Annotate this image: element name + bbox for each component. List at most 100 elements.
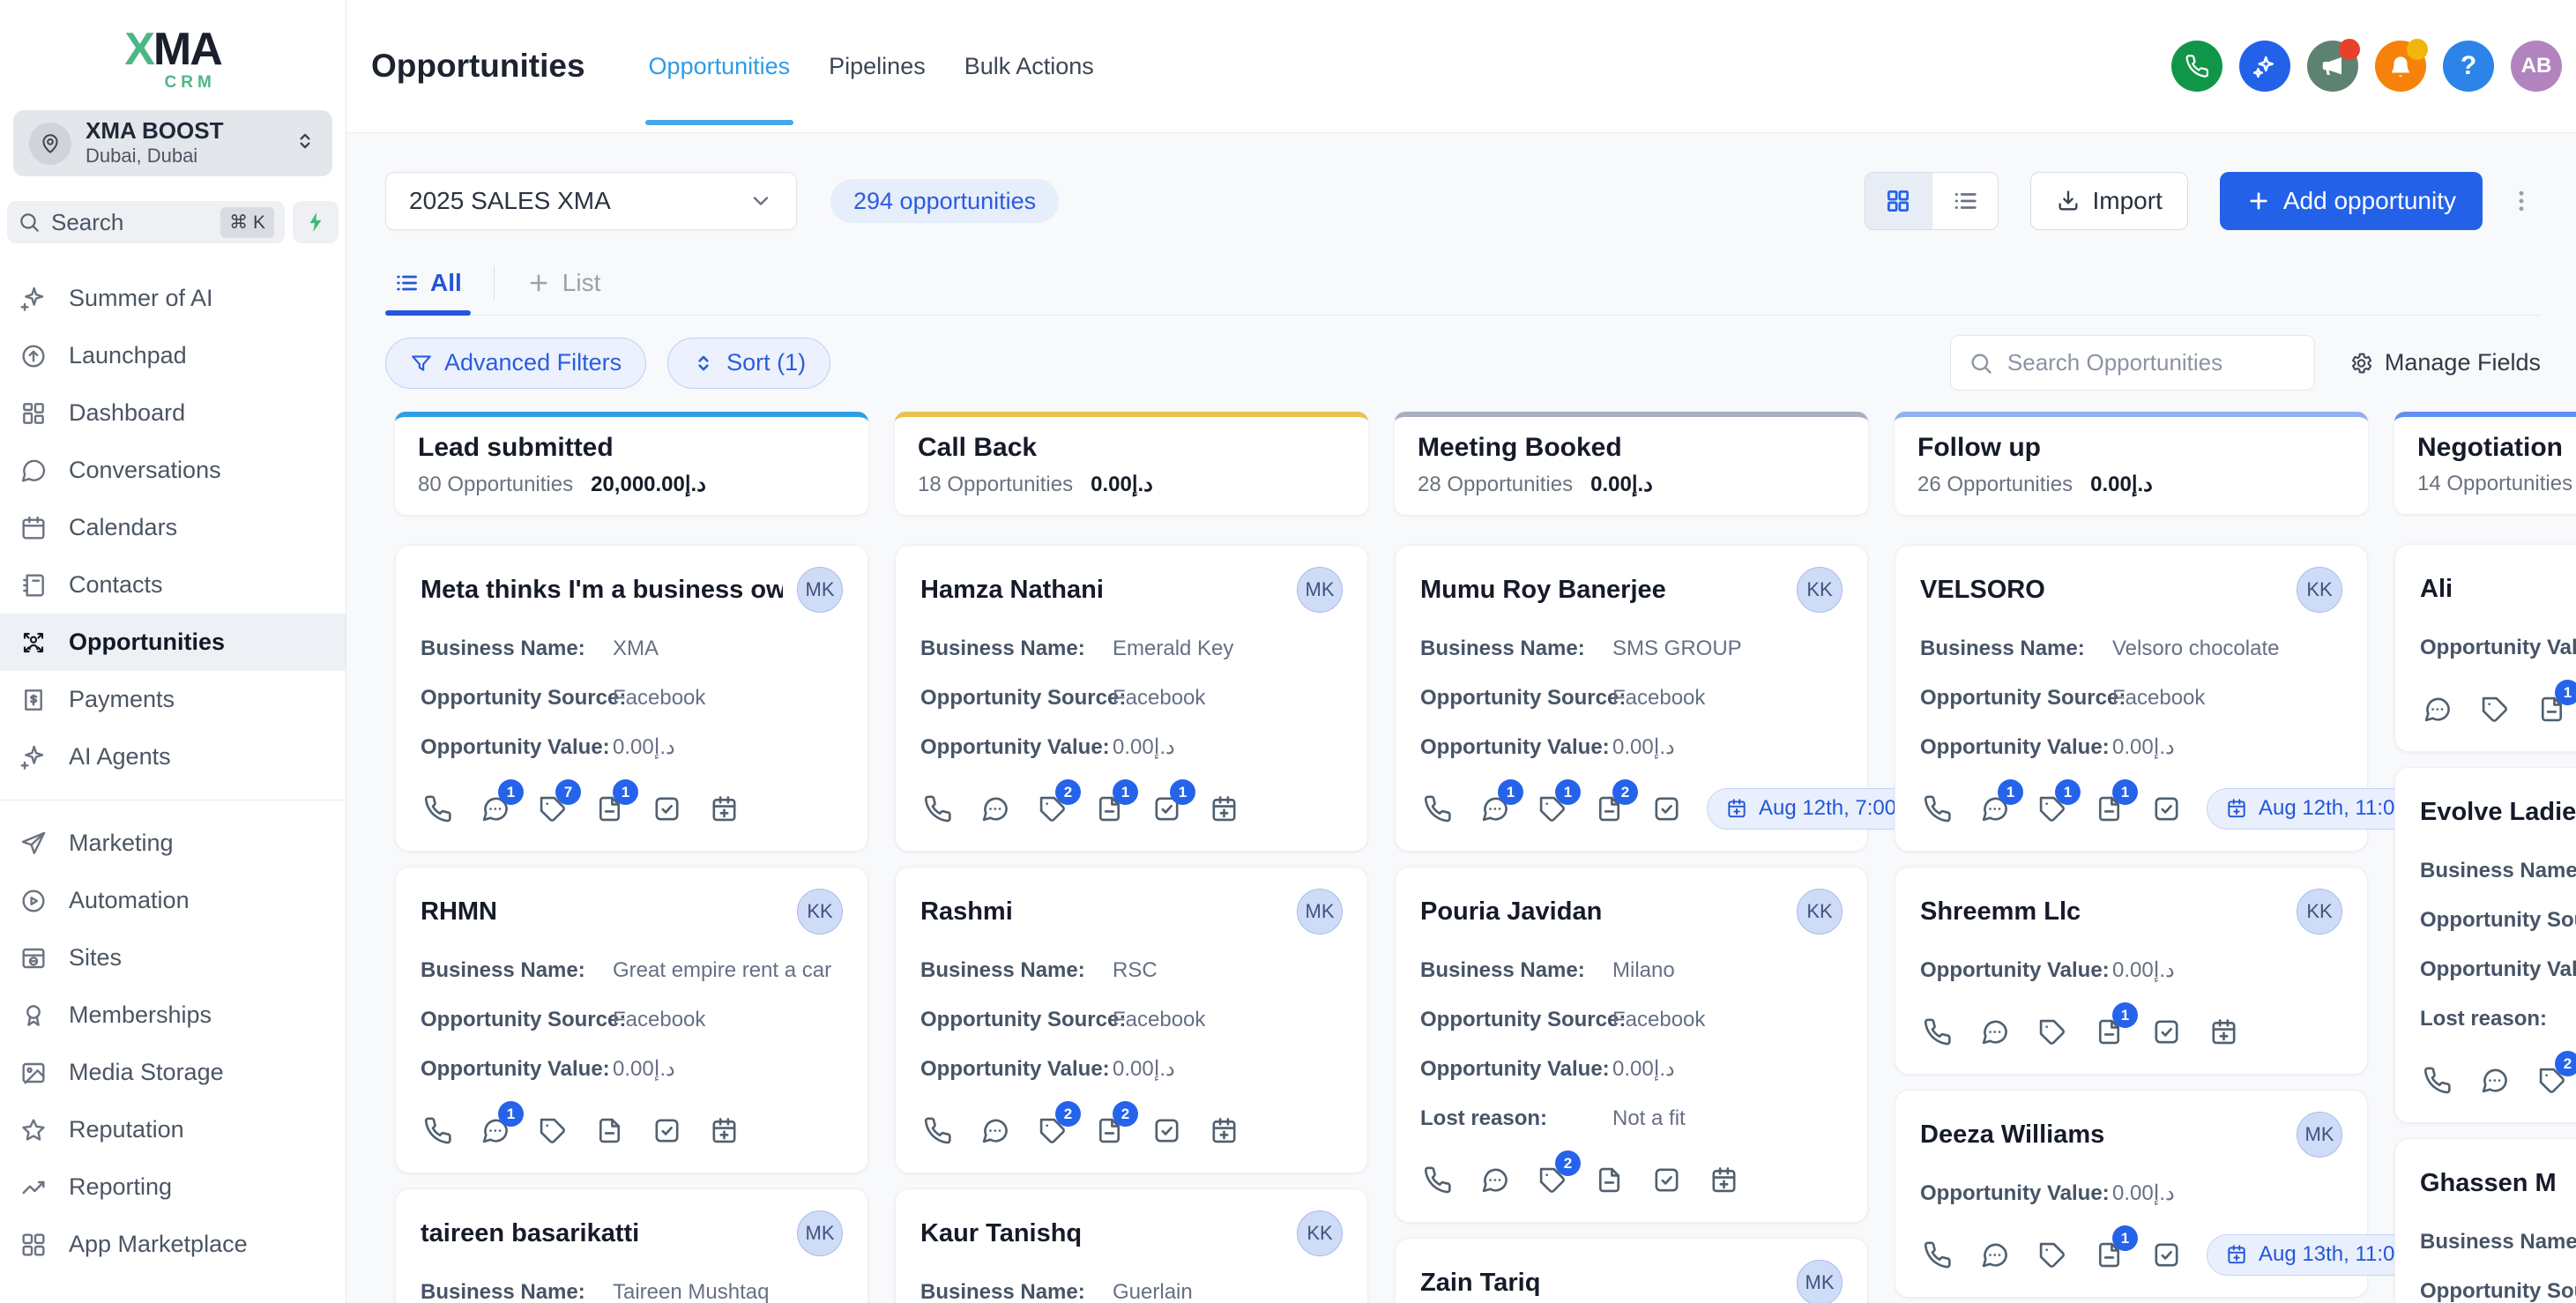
advanced-filters-button[interactable]: Advanced Filters <box>385 338 646 389</box>
tag-action[interactable] <box>2477 692 2511 726</box>
opportunity-card-ali[interactable]: AliOpportunity Value:1 <box>2394 544 2576 752</box>
tag-action[interactable]: 1 <box>2035 792 2068 825</box>
calendar-plus-action[interactable] <box>707 1113 741 1147</box>
tab-all[interactable]: All <box>385 257 471 315</box>
task-action[interactable] <box>1649 1163 1683 1196</box>
notifications-button[interactable] <box>2375 41 2426 92</box>
note-action[interactable]: 1 <box>2092 1015 2126 1048</box>
phone-action[interactable] <box>920 792 954 825</box>
tag-action[interactable]: 2 <box>2535 1063 2568 1097</box>
sidebar-item-reputation[interactable]: Reputation <box>0 1101 346 1158</box>
opportunity-card-kaur-tanishq[interactable]: Kaur TanishqKKBusiness Name:GuerlainOppo… <box>895 1188 1368 1303</box>
tag-action[interactable]: 7 <box>535 792 569 825</box>
calendar-plus-action[interactable] <box>1207 1113 1240 1147</box>
opportunity-card-zain-tariq[interactable]: Zain TariqMKBusiness Name:TCCOpportunity… <box>1395 1238 1868 1303</box>
chat-action[interactable] <box>978 1113 1011 1147</box>
sidebar-item-calendars[interactable]: Calendars <box>0 499 346 556</box>
chat-action[interactable] <box>1478 1163 1511 1196</box>
help-button[interactable]: ? <box>2443 41 2494 92</box>
more-options-button[interactable] <box>2502 172 2541 230</box>
opportunity-card-mumu-roy-banerjee[interactable]: Mumu Roy BanerjeeKKBusiness Name:SMS GRO… <box>1395 545 1868 852</box>
chat-action[interactable]: 1 <box>1478 792 1511 825</box>
search-opportunities[interactable] <box>1950 335 2315 391</box>
task-action[interactable]: 1 <box>1150 792 1183 825</box>
chat-action[interactable]: 1 <box>478 1113 511 1147</box>
sidebar-item-payments[interactable]: Payments <box>0 671 346 728</box>
sidebar-item-conversations[interactable]: Conversations <box>0 442 346 499</box>
opportunity-card-rashmi[interactable]: RashmiMKBusiness Name:RSCOpportunity Sou… <box>895 867 1368 1173</box>
opportunity-card-shreemm-llc[interactable]: Shreemm LlcKKOpportunity Value:0.00د.إ1 <box>1895 867 2368 1075</box>
calendar-plus-action[interactable] <box>1207 792 1240 825</box>
note-action[interactable]: 2 <box>1092 1113 1126 1147</box>
opportunity-card-rhmn[interactable]: RHMNKKBusiness Name:Great empire rent a … <box>395 867 868 1173</box>
note-action[interactable]: 1 <box>2535 692 2568 726</box>
note-action[interactable]: 1 <box>2092 792 2126 825</box>
phone-action[interactable] <box>2420 1063 2453 1097</box>
chat-action[interactable] <box>2420 692 2453 726</box>
note-action[interactable]: 1 <box>592 792 626 825</box>
tag-action[interactable]: 1 <box>1535 792 1568 825</box>
search-opportunities-input[interactable] <box>2007 349 2297 376</box>
search-input[interactable] <box>51 209 220 236</box>
task-action[interactable] <box>2149 792 2183 825</box>
sidebar-item-memberships[interactable]: Memberships <box>0 987 346 1044</box>
workspace-selector[interactable]: XMA BOOST Dubai, Dubai <box>13 110 332 176</box>
phone-button[interactable] <box>2171 41 2222 92</box>
import-button[interactable]: Import <box>2030 172 2188 230</box>
chat-action[interactable]: 1 <box>1977 792 2011 825</box>
sidebar-item-automation[interactable]: Automation <box>0 872 346 929</box>
chat-action[interactable] <box>2477 1063 2511 1097</box>
opportunity-card-meta-thinks-i-m-a-business-ow[interactable]: Meta thinks I'm a business ow...MKBusine… <box>395 545 868 852</box>
task-action[interactable] <box>650 792 683 825</box>
phone-action[interactable] <box>421 792 454 825</box>
opportunity-card-hamza-nathani[interactable]: Hamza NathaniMKBusiness Name:Emerald Key… <box>895 545 1368 852</box>
calendar-plus-action[interactable] <box>2207 1015 2240 1048</box>
tag-action[interactable] <box>535 1113 569 1147</box>
opportunity-card-pouria-javidan[interactable]: Pouria JavidanKKBusiness Name:MilanoOppo… <box>1395 867 1868 1223</box>
sidebar-item-reporting[interactable]: Reporting <box>0 1158 346 1216</box>
calendar-plus-action[interactable] <box>1707 1163 1740 1196</box>
opportunity-card-velsoro[interactable]: VELSOROKKBusiness Name:Velsoro chocolate… <box>1895 545 2368 852</box>
task-action[interactable] <box>650 1113 683 1147</box>
note-action[interactable]: 1 <box>2092 1238 2126 1271</box>
chat-action[interactable] <box>978 792 1011 825</box>
sidebar-item-ai-agents[interactable]: AI Agents <box>0 728 346 786</box>
sidebar-item-summer-of-ai[interactable]: Summer of AI <box>0 270 346 327</box>
sidebar-item-contacts[interactable]: Contacts <box>0 556 346 614</box>
phone-action[interactable] <box>421 1113 454 1147</box>
opportunity-card-ghassen-m[interactable]: Ghassen MBusiness Name:Opportunity Sourc… <box>2394 1138 2576 1303</box>
note-action[interactable] <box>592 1113 626 1147</box>
quick-actions-button[interactable] <box>293 201 339 243</box>
task-action[interactable] <box>2149 1015 2183 1048</box>
phone-action[interactable] <box>1920 1238 1954 1271</box>
chat-action[interactable]: 1 <box>478 792 511 825</box>
sidebar-item-sites[interactable]: Sites <box>0 929 346 987</box>
sidebar-item-marketing[interactable]: Marketing <box>0 815 346 872</box>
note-action[interactable]: 1 <box>1092 792 1126 825</box>
tag-action[interactable]: 2 <box>1535 1163 1568 1196</box>
add-opportunity-button[interactable]: Add opportunity <box>2220 172 2483 230</box>
task-action[interactable] <box>1150 1113 1183 1147</box>
phone-action[interactable] <box>1920 792 1954 825</box>
opportunity-card-deeza-williams[interactable]: Deeza WilliamsMKOpportunity Value:0.00د.… <box>1895 1090 2368 1298</box>
user-avatar[interactable]: AB <box>2511 41 2562 92</box>
tab-pipelines[interactable]: Pipelines <box>809 0 945 132</box>
note-action[interactable]: 2 <box>1592 792 1626 825</box>
chat-action[interactable] <box>1977 1015 2011 1048</box>
tag-action[interactable]: 2 <box>1035 1113 1068 1147</box>
tab-bulk-actions[interactable]: Bulk Actions <box>945 0 1113 132</box>
list-view-button[interactable] <box>1932 173 1998 229</box>
sidebar-item-media-storage[interactable]: Media Storage <box>0 1044 346 1101</box>
pipeline-select[interactable]: 2025 SALES XMA <box>385 172 797 230</box>
phone-action[interactable] <box>1920 1015 1954 1048</box>
sidebar-item-app-marketplace[interactable]: App Marketplace <box>0 1216 346 1273</box>
opportunity-card-taireen-basarikatti[interactable]: taireen basarikattiMKBusiness Name:Taire… <box>395 1188 868 1303</box>
sidebar-item-opportunities[interactable]: Opportunities <box>0 614 346 671</box>
phone-action[interactable] <box>1420 792 1454 825</box>
task-action[interactable] <box>2149 1238 2183 1271</box>
note-action[interactable] <box>1592 1163 1626 1196</box>
phone-action[interactable] <box>920 1113 954 1147</box>
tab-add-list[interactable]: List <box>517 257 610 315</box>
phone-action[interactable] <box>1420 1163 1454 1196</box>
ai-assistant-button[interactable] <box>2239 41 2290 92</box>
